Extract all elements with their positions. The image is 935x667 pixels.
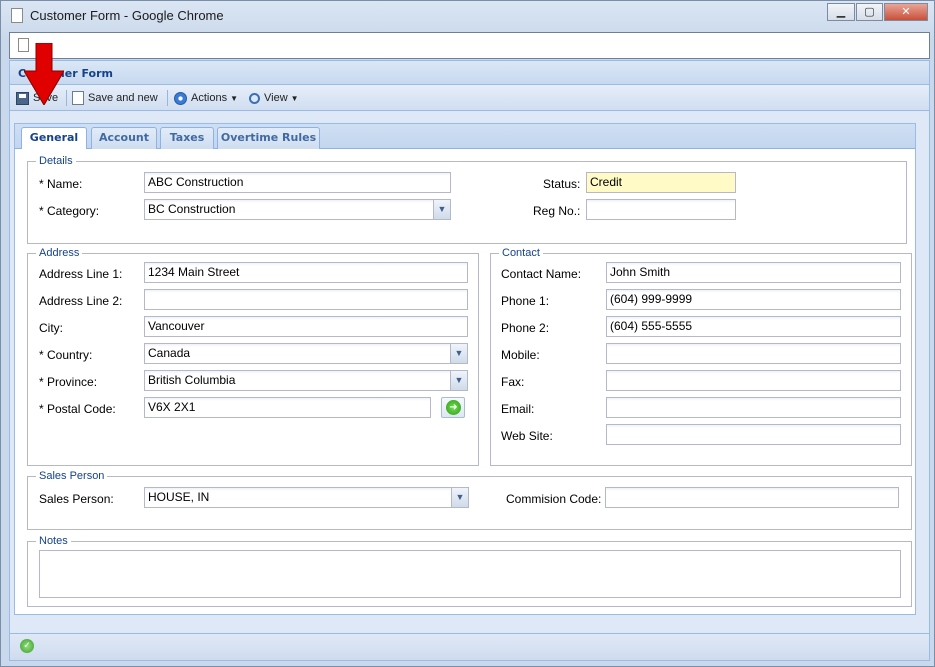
chevron-down-icon: ▼ — [230, 93, 238, 103]
postal-code-label: * Postal Code: — [39, 402, 116, 416]
email-label: Email: — [501, 402, 535, 416]
notes-legend: Notes — [39, 535, 68, 547]
category-select[interactable]: BC Construction ▼ — [144, 199, 451, 220]
chevron-down-icon[interactable]: ▼ — [451, 488, 468, 507]
actions-gear-icon — [174, 91, 187, 105]
website-label: Web Site: — [501, 429, 553, 443]
go-arrow-icon: ➜ — [446, 400, 461, 415]
document-icon — [11, 8, 23, 23]
country-select[interactable]: Canada ▼ — [144, 343, 468, 364]
name-label: * Name: — [39, 177, 83, 191]
tab-general[interactable]: General — [21, 127, 87, 151]
address-legend: Address — [39, 247, 80, 259]
phone2-label: Phone 2: — [501, 321, 550, 335]
toolbar-separator — [66, 90, 67, 106]
actions-menu-button[interactable]: Actions ▼ — [174, 89, 238, 107]
country-value: Canada — [148, 346, 191, 360]
browser-window: Customer Form - Google Chrome ▁ ▢ ✕ Cust… — [0, 0, 935, 667]
fax-field[interactable] — [606, 370, 901, 391]
tab-account[interactable]: Account — [91, 127, 157, 150]
view-label: View — [264, 92, 288, 104]
commission-code-field[interactable] — [605, 487, 899, 508]
mobile-field[interactable] — [606, 343, 901, 364]
chevron-down-icon: ▼ — [290, 93, 299, 103]
tab-panel: General Account Taxes Overtime Rules Det… — [14, 123, 916, 615]
regno-field[interactable] — [586, 199, 736, 220]
city-field[interactable]: Vancouver — [144, 316, 468, 337]
toolbar: Save Save and new Actions ▼ View ▼ — [10, 85, 929, 111]
name-field[interactable]: ABC Construction — [144, 172, 451, 193]
save-new-icon — [72, 91, 84, 105]
chevron-down-icon[interactable]: ▼ — [450, 371, 467, 390]
close-button[interactable]: ✕ — [884, 3, 928, 21]
postal-lookup-button[interactable]: ➜ — [441, 397, 465, 418]
details-legend: Details — [39, 155, 73, 167]
phone1-field[interactable]: (604) 999-9999 — [606, 289, 901, 310]
phone1-label: Phone 1: — [501, 294, 550, 308]
sales-person-select[interactable]: HOUSE, IN ▼ — [144, 487, 469, 508]
address-line2-field[interactable] — [144, 289, 468, 310]
red-arrow-annotation — [24, 43, 64, 105]
panel-title: Customer Form — [10, 61, 929, 85]
regno-label: Reg No.: — [533, 204, 581, 218]
notes-textarea[interactable] — [39, 550, 901, 598]
tab-taxes[interactable]: Taxes — [160, 127, 214, 150]
actions-label: Actions — [191, 92, 228, 104]
website-field[interactable] — [606, 424, 901, 445]
minimize-button[interactable]: ▁ — [827, 3, 855, 21]
chevron-down-icon[interactable]: ▼ — [450, 344, 467, 363]
mobile-label: Mobile: — [501, 348, 540, 362]
sales-person-legend: Sales Person — [39, 470, 105, 482]
maximize-button[interactable]: ▢ — [856, 3, 883, 21]
contact-legend: Contact — [502, 247, 540, 259]
address-line1-label: Address Line 1: — [39, 267, 123, 281]
category-label: * Category: — [39, 204, 100, 218]
magnifier-icon — [249, 92, 260, 104]
contact-name-field[interactable]: John Smith — [606, 262, 901, 283]
category-value: BC Construction — [148, 202, 236, 216]
title-bar: Customer Form - Google Chrome ▁ ▢ ✕ — [1, 1, 934, 31]
phone2-field[interactable]: (604) 555-5555 — [606, 316, 901, 337]
tab-strip: General Account Taxes Overtime Rules — [14, 123, 916, 151]
check-ok-icon: ✓ — [20, 639, 34, 653]
status-bar: ✓ — [10, 633, 929, 660]
email-field[interactable] — [606, 397, 901, 418]
view-menu-button[interactable]: View ▼ — [249, 89, 299, 107]
city-label: City: — [39, 321, 63, 335]
general-tab-body: Details * Name: ABC Construction * Categ… — [14, 149, 916, 615]
save-and-new-label: Save and new — [88, 92, 158, 104]
province-value: British Columbia — [148, 373, 236, 387]
country-label: * Country: — [39, 348, 93, 362]
chevron-down-icon[interactable]: ▼ — [433, 200, 450, 219]
browser-address-area[interactable] — [9, 32, 930, 59]
contact-name-label: Contact Name: — [501, 267, 582, 281]
province-label: * Province: — [39, 375, 98, 389]
postal-code-field[interactable]: V6X 2X1 — [144, 397, 431, 418]
tab-overtime-rules[interactable]: Overtime Rules — [217, 127, 320, 150]
window-title: Customer Form - Google Chrome — [30, 8, 224, 23]
address-line1-field[interactable]: 1234 Main Street — [144, 262, 468, 283]
toolbar-separator — [167, 90, 168, 106]
status-label: Status: — [543, 177, 581, 191]
commission-code-label: Commision Code: — [506, 492, 602, 506]
sales-person-value: HOUSE, IN — [148, 490, 210, 504]
sales-person-label: Sales Person: — [39, 492, 114, 506]
save-and-new-button[interactable]: Save and new — [72, 89, 158, 107]
status-field[interactable]: Credit — [586, 172, 736, 193]
fax-label: Fax: — [501, 375, 525, 389]
address-line2-label: Address Line 2: — [39, 294, 123, 308]
province-select[interactable]: British Columbia ▼ — [144, 370, 468, 391]
